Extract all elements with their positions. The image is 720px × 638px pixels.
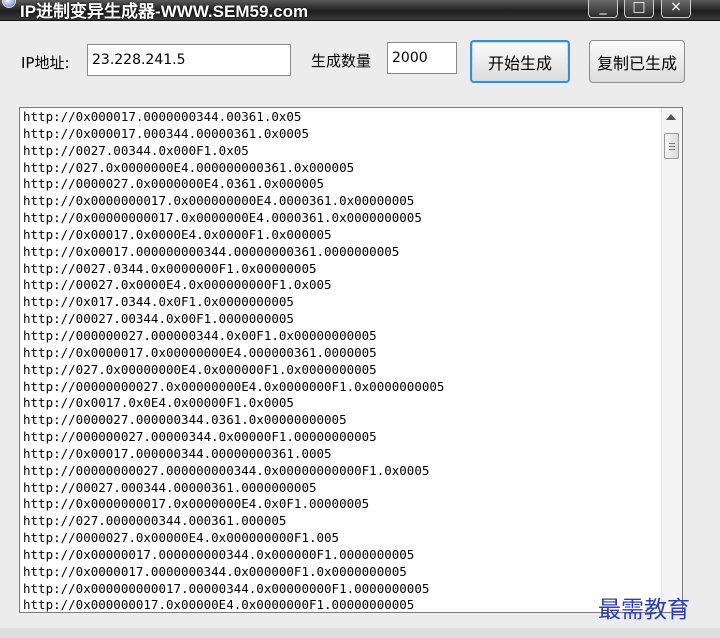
output-line: http://00000000027.000000000344.0x000000… — [23, 462, 430, 478]
app-icon — [2, 0, 16, 8]
output-line: http://00027.0x0000E4.0x000000000F1.0x00… — [23, 277, 332, 293]
output-line: http://027.0x0000000E4.000000000361.0x00… — [23, 159, 355, 175]
title-bar[interactable]: IP进制变异生成器-WWW.SEM59.com _ □ × — [0, 0, 720, 21]
output-line: http://00000000027.0x00000000E4.0x000000… — [23, 378, 445, 394]
output-line: http://0x00000017.000000000344.0x000000F… — [23, 546, 415, 562]
ip-label: IP地址: — [21, 54, 70, 72]
scroll-thumb[interactable] — [664, 133, 679, 159]
count-label: 生成数量 — [311, 52, 372, 70]
output-line: http://0000027.000000344.0361.0x00000000… — [23, 412, 347, 428]
start-generate-button[interactable]: 开始生成 — [470, 40, 570, 83]
output-line: http://0x000017.000344.00000361.0x0005 — [23, 125, 309, 141]
scroll-up-arrow-icon[interactable] — [666, 114, 676, 120]
watermark-logo: 最需教育 — [598, 597, 690, 623]
maximize-button[interactable]: □ — [624, 0, 654, 18]
output-line: http://0x000000017.0x00000E4.0x0000000F1… — [23, 597, 415, 613]
output-line: http://000000027.000000344.0x00F1.0x0000… — [23, 327, 377, 343]
close-button[interactable]: × — [661, 0, 691, 18]
bottom-strip — [0, 628, 720, 638]
ip-address-input[interactable] — [87, 44, 291, 76]
output-line: http://027.0x00000000E4.0x000000F1.0x000… — [23, 361, 377, 377]
grip-line — [669, 143, 675, 144]
window-title: IP进制变异生成器-WWW.SEM59.com — [20, 2, 309, 21]
output-line: http://0x00000000017.0x0000000E4.0000361… — [23, 210, 422, 226]
output-line: http://0000027.0x00000E4.0x000000000F1.0… — [23, 530, 340, 546]
output-line: http://0027.00344.0x000F1.0x05 — [23, 142, 249, 158]
output-line: http://027.0000000344.000361.000005 — [23, 513, 287, 529]
grip-line — [669, 149, 675, 150]
output-lines: http://0x000017.0000000344.00361.0x05 htt… — [23, 109, 653, 613]
output-line: http://0x00017.000000000344.00000000361.… — [23, 243, 400, 259]
output-line: http://0x000000000017.00000344.0x0000000… — [23, 580, 430, 596]
output-line: http://0x0000000017.0x0000000E4.0x0F1.00… — [23, 496, 370, 512]
output-line: http://000000027.00000344.0x00000F1.0000… — [23, 429, 377, 445]
output-line: http://0000027.0x0000000E4.0361.0x000005 — [23, 176, 325, 192]
output-line: http://0x000017.0000000344.00361.0x05 — [23, 109, 302, 124]
output-textarea[interactable]: http://0x000017.0000000344.00361.0x05 htt… — [19, 107, 683, 613]
output-line: http://0x0000000017.0x000000000E4.000036… — [23, 193, 415, 209]
grip-line — [669, 146, 675, 147]
output-line: http://0x00017.0x0000E4.0x0000F1.0x00000… — [23, 226, 332, 242]
minimize-button[interactable]: _ — [588, 0, 618, 18]
output-line: http://00027.00344.0x00F1.0000000005 — [23, 311, 294, 327]
output-line: http://0x017.0344.0x0F1.0x0000000005 — [23, 294, 294, 310]
copy-generated-button[interactable]: 复制已生成 — [589, 40, 685, 83]
count-input[interactable] — [387, 42, 457, 74]
output-line: http://0027.0344.0x0000000F1.0x00000005 — [23, 260, 317, 276]
output-line: http://00027.000344.00000361.0000000005 — [23, 479, 317, 495]
output-line: http://0x00017.000000344.00000000361.000… — [23, 445, 332, 461]
output-line: http://0x0000017.0000000344.0x000000F1.0… — [23, 563, 407, 579]
output-line: http://0x0017.0x0E4.0x00000F1.0x0005 — [23, 395, 294, 411]
vertical-scrollbar[interactable] — [661, 108, 682, 612]
output-line: http://0x0000017.0x00000000E4.000000361.… — [23, 344, 377, 360]
